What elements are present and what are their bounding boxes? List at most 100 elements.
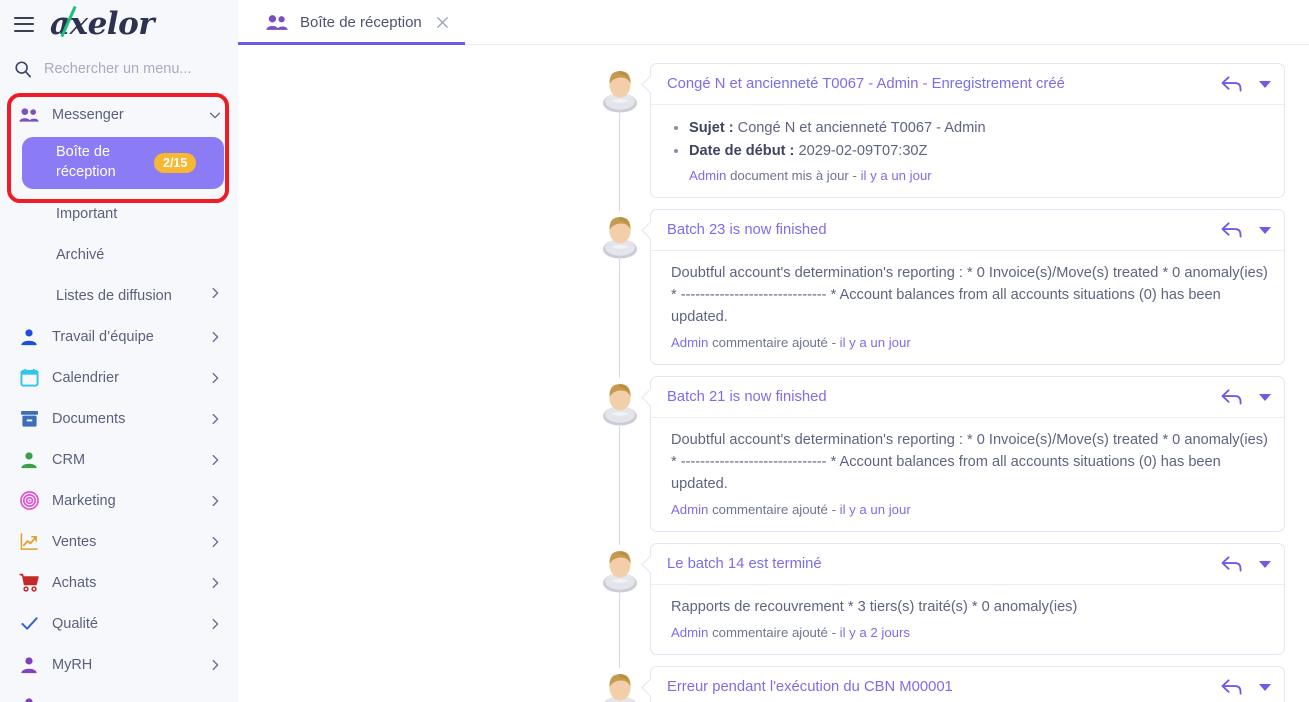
user-avatar	[603, 550, 637, 593]
meta-author[interactable]: Admin	[671, 625, 708, 640]
message-body: Rapports de recouvrement * 3 tiers(s) tr…	[651, 585, 1284, 654]
sidebar-item-label: Archivé	[56, 246, 105, 263]
message-bullet-list: Sujet : Congé N et ancienneté T0067 - Ad…	[671, 117, 1268, 162]
chevron-right-icon[interactable]	[208, 412, 222, 426]
message-card: Erreur pendant l'exécution du CBN M00001	[650, 665, 1285, 702]
meta-action: commentaire ajouté	[712, 335, 828, 351]
message-header: Batch 23 is now finished	[651, 210, 1284, 252]
chevron-right-icon[interactable]	[208, 576, 222, 590]
sidebar-item-archive[interactable]: Archivé	[0, 234, 238, 275]
caret-down-icon[interactable]	[1258, 682, 1272, 692]
person-icon	[18, 326, 40, 348]
message-title[interactable]: Erreur pendant l'exécution du CBN M00001	[667, 677, 1207, 697]
message-title[interactable]: Le batch 14 est terminé	[667, 554, 1207, 574]
meta-timestamp: il y a un jour	[860, 168, 932, 184]
reply-icon[interactable]	[1221, 388, 1242, 406]
sidebar-item-documents[interactable]: Documents	[0, 398, 238, 439]
caret-down-icon[interactable]	[1258, 559, 1272, 569]
message-header: Congé N et ancienneté T0067 - Admin - En…	[651, 64, 1284, 106]
message-title[interactable]: Batch 21 is now finished	[667, 387, 1207, 407]
meta-author[interactable]: Admin	[689, 168, 726, 183]
meta-author[interactable]: Admin	[671, 502, 708, 517]
hamburger-icon[interactable]	[14, 16, 34, 32]
sidebar-item-mailing-lists[interactable]: Listes de diffusion	[0, 275, 238, 316]
message-body: Doubtful account's determination's repor…	[651, 251, 1284, 363]
sidebar-item-marketing[interactable]: Marketing	[0, 480, 238, 521]
message-title[interactable]: Congé N et ancienneté T0067 - Admin - En…	[667, 74, 1207, 94]
search-input[interactable]	[44, 61, 214, 77]
reply-icon[interactable]	[1221, 555, 1242, 573]
sidebar-item-label: Calendrier	[52, 369, 119, 386]
app-root: axelor Rechercher un menu... Messenger B…	[0, 0, 1309, 702]
tab-bar: Boîte de réception	[238, 0, 1309, 45]
message-text: Doubtful account's determination's repor…	[671, 265, 1268, 326]
message-actions	[1207, 387, 1272, 406]
reply-icon[interactable]	[1221, 221, 1242, 239]
chevron-right-icon[interactable]	[208, 453, 222, 467]
caret-down-icon[interactable]	[1258, 225, 1272, 235]
message-title[interactable]: Batch 23 is now finished	[667, 220, 1207, 240]
user-avatar	[603, 217, 637, 259]
meta-timestamp: il y a un jour	[839, 501, 911, 517]
caret-down-icon[interactable]	[1258, 79, 1272, 89]
message-actions	[1207, 220, 1272, 239]
search-row[interactable]	[0, 50, 238, 88]
caret-down-icon[interactable]	[1258, 392, 1272, 402]
tab-inbox[interactable]: Boîte de réception	[238, 0, 465, 45]
sidebar-item-label: Ventes	[52, 533, 97, 550]
message-item: Le batch 14 est terminé Rapports de reco…	[238, 542, 1285, 668]
message-actions	[1207, 554, 1272, 573]
user-avatar	[603, 383, 637, 426]
message-meta: Admin commentaire ajouté - il y a 2 jour…	[671, 623, 1268, 643]
sidebar-item-label: Travail d’équipe	[52, 328, 154, 345]
chevron-right-icon[interactable]	[208, 658, 222, 672]
message-list[interactable]: Congé N et ancienneté T0067 - Admin - En…	[238, 45, 1309, 702]
sidebar-item-inbox[interactable]: Boîte de réception 2/15	[22, 137, 224, 189]
sidebar-item-calendar[interactable]: Calendrier	[0, 357, 238, 398]
meta-author[interactable]: Admin	[671, 335, 708, 350]
bullet-value: Congé N et ancienneté T0067 - Admin	[737, 120, 986, 137]
thread-connector	[619, 423, 620, 545]
axelor-logo[interactable]: axelor	[50, 5, 155, 40]
sidebar-menu: Messenger Boîte de réception 2/15 Import…	[0, 88, 238, 702]
person-icon	[18, 449, 40, 471]
user-avatar	[603, 71, 637, 113]
bullet-label: Sujet :	[689, 120, 734, 137]
main-content: Boîte de réception Congé N et ancienneté…	[238, 0, 1309, 702]
search-icon	[14, 60, 32, 78]
chevron-right-icon[interactable]	[208, 494, 222, 508]
bullet-label: Date de début :	[689, 142, 795, 159]
chevron-right-icon[interactable]	[208, 330, 222, 344]
message-card: Le batch 14 est terminé Rapports de reco…	[650, 542, 1285, 655]
sidebar-item-messenger[interactable]: Messenger	[0, 94, 238, 135]
sidebar-item-next-partial[interactable]	[0, 685, 238, 702]
meta-separator: -	[831, 335, 836, 351]
message-card: Congé N et ancienneté T0067 - Admin - En…	[650, 63, 1285, 199]
sidebar-item-myrh[interactable]: MyRH	[0, 644, 238, 685]
chevron-right-icon[interactable]	[208, 371, 222, 385]
message-item: Congé N et ancienneté T0067 - Admin - En…	[238, 63, 1285, 212]
thread-connector	[619, 257, 620, 378]
sidebar-item-label: Messenger	[52, 106, 124, 123]
tab-label: Boîte de réception	[300, 13, 422, 31]
reply-icon[interactable]	[1221, 75, 1242, 93]
sidebar-item-crm[interactable]: CRM	[0, 439, 238, 480]
sidebar-item-label: Listes de diffusion	[56, 287, 172, 304]
chevron-right-icon[interactable]	[208, 535, 222, 549]
shopping-cart-icon	[18, 572, 40, 594]
close-icon[interactable]	[435, 14, 451, 30]
sidebar-item-sales[interactable]: Ventes	[0, 521, 238, 562]
chevron-down-icon[interactable]	[208, 108, 222, 122]
reply-icon[interactable]	[1221, 678, 1242, 696]
chevron-right-icon[interactable]	[208, 286, 222, 305]
sidebar-item-label: CRM	[52, 451, 86, 468]
sidebar-item-quality[interactable]: Qualité	[0, 603, 238, 644]
chevron-right-icon[interactable]	[208, 617, 222, 631]
sidebar-item-important[interactable]: Important	[0, 193, 238, 234]
sidebar-item-purchases[interactable]: Achats	[0, 562, 238, 603]
sidebar-item-teamwork[interactable]: Travail d’équipe	[0, 316, 238, 357]
inbox-unread-badge: 2/15	[154, 153, 197, 173]
message-body: Doubtful account's determination's repor…	[651, 418, 1284, 530]
sidebar-item-label: Documents	[52, 410, 126, 427]
message-actions	[1207, 677, 1272, 696]
